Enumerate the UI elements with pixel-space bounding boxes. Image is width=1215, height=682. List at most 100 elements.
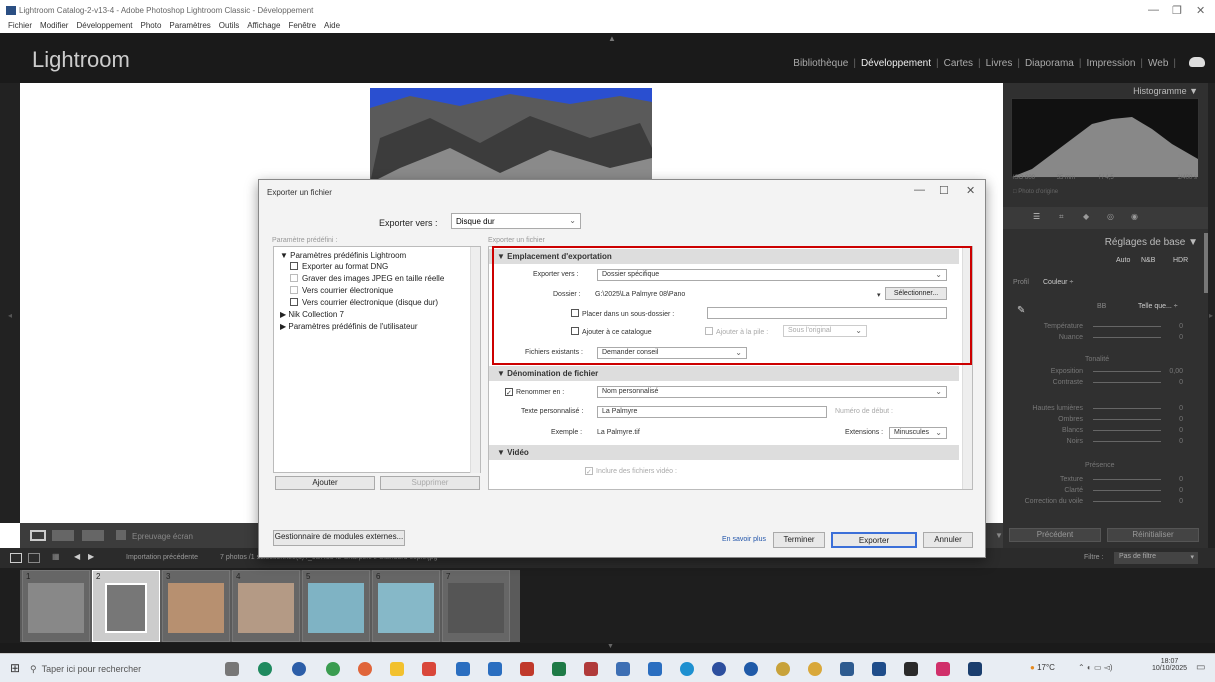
select-folder-button[interactable]: Sélectionner... (885, 287, 947, 300)
module-web[interactable]: Web (1148, 58, 1168, 69)
app-icon[interactable] (936, 662, 950, 676)
module-bibliotheque[interactable]: Bibliothèque (793, 58, 848, 69)
subfolder-input[interactable] (707, 307, 947, 319)
tray-icons[interactable]: ⌃ ◐ ▭ ◅) (1078, 663, 1113, 672)
learn-more-link[interactable]: En savoir plus (722, 536, 766, 543)
app-icon[interactable] (456, 662, 470, 676)
extensions-select[interactable]: Minuscules ⌄ (889, 427, 947, 439)
task-view-icon[interactable] (225, 662, 239, 676)
app-icon[interactable] (520, 662, 534, 676)
cloud-icon[interactable] (1189, 57, 1205, 67)
profile-select[interactable]: Couleur ÷ (1043, 279, 1073, 286)
reset-button[interactable]: Réinitialiser (1107, 528, 1199, 542)
file-naming-header[interactable]: ▼ Dénomination de fichier (489, 366, 959, 381)
temperature-slider[interactable]: Température 0 (1003, 321, 1203, 332)
grid-icon[interactable]: ▦ (52, 552, 60, 561)
forward-arrow-icon[interactable]: ▶ (88, 552, 94, 561)
menu-fenetre[interactable]: Fenêtre (288, 20, 316, 32)
preset-folder-nik[interactable]: ▶ Nik Collection 7 (280, 310, 344, 319)
subfolder-checkbox[interactable]: Placer dans un sous-dossier : (571, 309, 674, 318)
previous-button[interactable]: Précédent (1009, 528, 1101, 542)
chrome-icon[interactable] (326, 662, 340, 676)
folder-dropdown-icon[interactable]: ▾ (877, 291, 881, 299)
thumbnail[interactable]: 5 (302, 570, 370, 642)
minimize-icon[interactable]: — (1148, 4, 1159, 16)
blacks-slider[interactable]: Noirs 0 (1003, 436, 1203, 447)
dehaze-slider[interactable]: Correction du voile 0 (1003, 496, 1203, 507)
custom-text-input[interactable]: La Palmyre (597, 406, 827, 418)
tint-slider[interactable]: Nuance 0 (1003, 332, 1203, 343)
whites-slider[interactable]: Blancs 0 (1003, 425, 1203, 436)
export-button[interactable]: Exporter (831, 532, 917, 548)
module-developpement[interactable]: Développement (861, 58, 931, 69)
add-to-catalog-checkbox[interactable]: Ajouter à ce catalogue (571, 327, 652, 336)
highlights-slider[interactable]: Hautes lumières 0 (1003, 403, 1203, 414)
right-panel-edge[interactable]: ▸ (1208, 83, 1215, 548)
maximize-icon[interactable]: ❐ (1172, 4, 1182, 17)
collapse-top-icon[interactable]: ▲ (608, 34, 616, 43)
shadows-slider[interactable]: Ombres 0 (1003, 414, 1203, 425)
app-icon[interactable] (422, 662, 436, 676)
preset-jpeg-full[interactable]: Graver des images JPEG en taille réelle (290, 274, 444, 283)
app-icon[interactable] (584, 662, 598, 676)
firefox-icon[interactable] (358, 662, 372, 676)
menu-fichier[interactable]: Fichier (8, 20, 32, 32)
dialog-minimize-icon[interactable]: — (914, 184, 925, 196)
menu-modifier[interactable]: Modifier (40, 20, 68, 32)
filter-select[interactable]: Pas de filtre ▾ (1114, 552, 1198, 564)
thumbnail-selected[interactable]: 2 (92, 570, 160, 642)
thumbnail[interactable]: 6 (372, 570, 440, 642)
original-photo-toggle[interactable]: □ Photo d'origine (1013, 189, 1058, 195)
mode-auto[interactable]: Auto (1116, 257, 1130, 264)
app-icon[interactable] (808, 662, 822, 676)
thumbnail[interactable]: 1 (22, 570, 90, 642)
preset-dng[interactable]: Exporter au format DNG (290, 262, 388, 271)
remove-preset-button[interactable]: Supprimer (380, 476, 480, 490)
app-icon[interactable] (648, 662, 662, 676)
menu-outils[interactable]: Outils (219, 20, 239, 32)
export-location-header[interactable]: ▼ Emplacement d'exportation (489, 249, 959, 264)
histogram-header[interactable]: Histogramme ▼ (1133, 86, 1208, 96)
taskbar-search[interactable]: ⚲ Taper ici pour rechercher (30, 659, 180, 679)
module-cartes[interactable]: Cartes (944, 58, 973, 69)
mode-hdr[interactable]: HDR (1173, 257, 1188, 264)
edge-icon[interactable] (258, 662, 272, 676)
preset-email[interactable]: Vers courrier électronique (290, 286, 393, 295)
close-icon[interactable]: ✕ (1196, 4, 1205, 17)
back-arrow-icon[interactable]: ◀ (74, 552, 80, 561)
menu-aide[interactable]: Aide (324, 20, 340, 32)
redeye-icon[interactable]: ◎ (1107, 212, 1114, 221)
menu-parametres[interactable]: Paramètres (169, 20, 210, 32)
dialog-maximize-icon[interactable]: ☐ (939, 184, 949, 197)
excel-icon[interactable] (552, 662, 566, 676)
add-preset-button[interactable]: Ajouter (275, 476, 375, 490)
preset-folder-user[interactable]: ▶ Paramètres prédéfinis de l'utilisateur (280, 322, 418, 331)
loupe-view-icon[interactable] (30, 530, 46, 541)
browser-icon[interactable] (292, 662, 306, 676)
loc-export-to-select[interactable]: Dossier spécifique ⌄ (597, 269, 947, 281)
bridge-icon[interactable] (904, 662, 918, 676)
menu-photo[interactable]: Photo (141, 20, 162, 32)
softproof-checkbox[interactable] (116, 530, 126, 540)
edit-icon[interactable]: ☰ (1033, 212, 1040, 221)
module-livres[interactable]: Livres (986, 58, 1013, 69)
clarity-slider[interactable]: Clarté 0 (1003, 485, 1203, 496)
app-icon[interactable] (616, 662, 630, 676)
app-icon[interactable] (840, 662, 854, 676)
video-header[interactable]: ▼ Vidéo (489, 445, 959, 460)
toolbar-menu-icon[interactable]: ▼ (995, 531, 1003, 540)
app-icon[interactable] (488, 662, 502, 676)
thumbnail[interactable]: 7 (442, 570, 510, 642)
mask-icon[interactable]: ◉ (1131, 212, 1138, 221)
add-to-stack-checkbox[interactable]: Ajouter à la pile : (705, 327, 768, 336)
menu-developpement[interactable]: Développement (76, 20, 132, 32)
filmstrip-source[interactable]: Importation précédente (126, 554, 198, 561)
thumbnail[interactable]: 4 (232, 570, 300, 642)
basic-header[interactable]: Réglages de base ▼ (1105, 237, 1208, 248)
app-icon[interactable] (776, 662, 790, 676)
notification-icon[interactable]: ▭ (1196, 662, 1205, 673)
rename-template-select[interactable]: Nom personnalisé ⌄ (597, 386, 947, 398)
photoshop-icon[interactable] (872, 662, 886, 676)
contrast-slider[interactable]: Contraste 0 (1003, 377, 1203, 388)
settings-scrollbar[interactable] (962, 247, 972, 489)
